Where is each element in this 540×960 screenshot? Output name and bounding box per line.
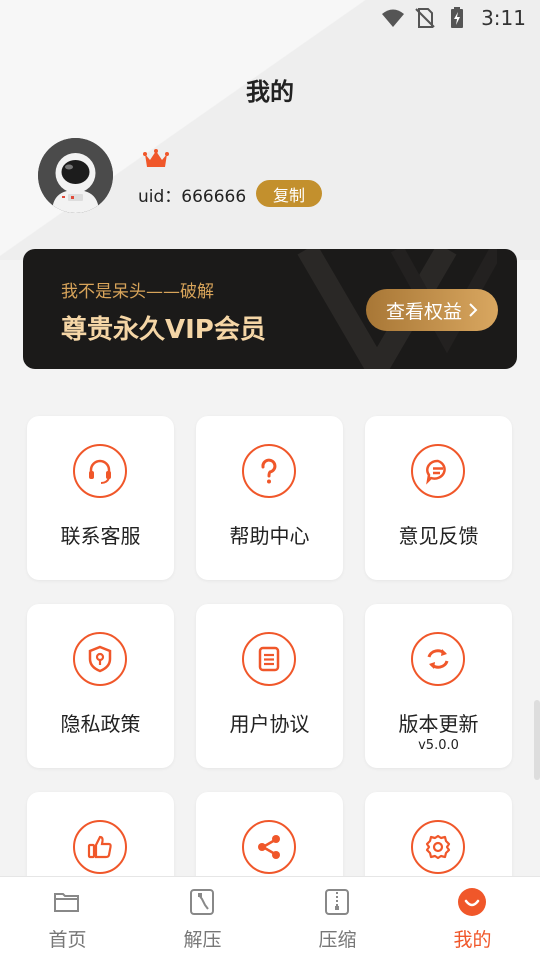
avatar[interactable]: [38, 138, 113, 213]
tile-label: 隐私政策: [60, 712, 141, 736]
vip-card[interactable]: 我不是呆头——破解 尊贵永久VIP会员 查看权益: [23, 249, 517, 369]
tile-contact-support[interactable]: 联系客服: [27, 416, 174, 580]
tile-privacy-policy[interactable]: 隐私政策: [27, 604, 174, 768]
tile-help-center[interactable]: 帮助中心: [196, 416, 343, 580]
profile-section: uid：666666 复制: [38, 138, 518, 218]
tile-label: 意见反馈: [398, 524, 479, 548]
uid-text: uid：666666: [138, 187, 247, 207]
settings-icon: [411, 820, 465, 874]
tile-feedback[interactable]: 意见反馈: [365, 416, 512, 580]
clock: 3:11: [481, 6, 526, 30]
share-icon: [242, 820, 296, 874]
document-icon: [242, 632, 296, 686]
tab-mine[interactable]: 我的: [405, 877, 540, 960]
no-sim-icon: [415, 8, 435, 28]
tile-user-agreement[interactable]: 用户协议: [196, 604, 343, 768]
smile-icon: [458, 888, 486, 916]
chevron-right-icon: [469, 303, 478, 317]
crown-icon: [143, 149, 169, 167]
folder-icon: [54, 893, 79, 912]
unzip-icon: [190, 889, 214, 915]
version-text: v5.0.0: [418, 738, 459, 753]
tile-label: 联系客服: [60, 524, 141, 548]
tile-label: 版本更新: [398, 712, 479, 736]
tab-label: 我的: [453, 929, 492, 951]
status-bar: 3:11: [0, 0, 540, 36]
astronaut-avatar-icon: [38, 138, 113, 213]
tab-label: 压缩: [318, 929, 357, 951]
tab-compress[interactable]: 压缩: [270, 877, 405, 960]
vip-title: 尊贵永久VIP会员: [61, 315, 266, 345]
tab-unzip[interactable]: 解压: [135, 877, 270, 960]
question-icon: [242, 444, 296, 498]
vip-subtitle: 我不是呆头——破解: [61, 282, 214, 302]
battery-charging-icon: [451, 7, 464, 28]
tile-label: 用户协议: [229, 712, 310, 736]
thumbs-up-icon: [73, 820, 127, 874]
chat-icon: [411, 444, 465, 498]
page-title: 我的: [246, 78, 294, 106]
refresh-icon: [411, 632, 465, 686]
view-benefits-label: 查看权益: [385, 300, 462, 323]
tab-label: 解压: [183, 929, 222, 951]
tile-version-update[interactable]: 版本更新 v5.0.0: [365, 604, 512, 768]
wifi-icon: [382, 9, 405, 27]
headset-icon: [73, 444, 127, 498]
copy-button[interactable]: 复制: [256, 180, 322, 207]
shield-icon: [73, 632, 127, 686]
zip-icon: [325, 889, 349, 915]
tab-home[interactable]: 首页: [0, 877, 135, 960]
tab-label: 首页: [48, 929, 87, 951]
background-diagonal: [0, 0, 540, 260]
tile-label: 帮助中心: [229, 524, 310, 548]
view-benefits-button[interactable]: 查看权益: [366, 289, 498, 331]
scrollbar[interactable]: [534, 700, 540, 780]
bottom-tab-bar: 首页 解压 压缩 我的: [0, 876, 540, 960]
